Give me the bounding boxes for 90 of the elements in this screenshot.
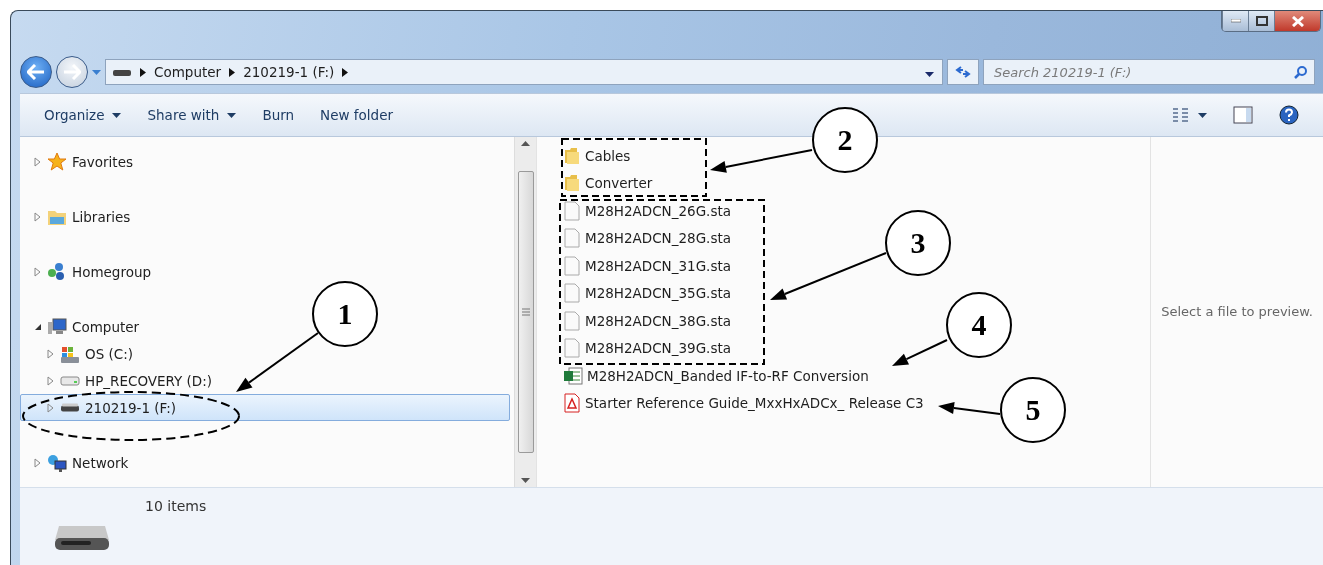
caret-icon [521, 478, 530, 483]
chevron-icon [342, 67, 349, 77]
scroll-up-icon[interactable] [521, 141, 530, 146]
back-arrow-icon [27, 64, 45, 80]
toolbar-button[interactable]: Burn [250, 103, 307, 127]
refresh-button[interactable] [947, 59, 979, 85]
drive-icon [60, 403, 80, 412]
file-name[interactable]: M28H2ADCN_31G.sta [585, 257, 731, 274]
search-field[interactable]: Search 210219-1 (F:) [983, 59, 1315, 85]
file-name[interactable]: Starter Reference Guide_MxxHxADCx_ Release C3 [585, 395, 924, 412]
nav-item[interactable]: Libraries [20, 203, 140, 230]
expand-icon[interactable] [47, 348, 55, 359]
file-icon [563, 338, 581, 359]
minimize-icon [1230, 19, 1241, 23]
drive-icon [60, 375, 80, 386]
network-icon [47, 452, 67, 473]
breadcrumb[interactable]: 210219-1 (F:) [243, 64, 335, 80]
expand-icon[interactable] [47, 402, 55, 413]
maximize-button[interactable] [1248, 11, 1274, 31]
nav-label: 210219-1 (F:) [85, 399, 177, 416]
chevron-icon [140, 67, 146, 77]
drive-icon [112, 67, 132, 77]
forward-button[interactable] [56, 56, 88, 88]
maximize-icon [1255, 16, 1268, 26]
address-bar[interactable]: Computer 210219-1 (F:) [105, 59, 943, 85]
file-icon [563, 255, 581, 276]
nav-label: Homegroup [72, 263, 152, 280]
nav-label: HP_RECOVERY (D:) [85, 372, 213, 389]
file-name[interactable]: M28H2ADCN_Banded IF-to-RF Conversion [587, 367, 869, 384]
file-name[interactable]: M28H2ADCN_26G.sta [585, 202, 731, 219]
expand-icon[interactable] [34, 266, 42, 277]
caret-icon [1198, 112, 1207, 118]
file-icon [563, 228, 581, 249]
toolbar-button[interactable]: Organize [32, 103, 134, 127]
close-button[interactable] [1274, 11, 1320, 31]
preview-message: Select a file to preview. [1161, 303, 1313, 319]
toolbar-button[interactable]: New folder [308, 103, 405, 127]
nav-item[interactable]: Computer [20, 313, 149, 340]
nav-label: Computer [72, 318, 140, 335]
nav-label: OS (C:) [85, 345, 133, 362]
refresh-icon [955, 65, 971, 79]
callout-arrow [892, 339, 948, 366]
forward-arrow-icon [63, 64, 81, 80]
item-count: 10 items [145, 498, 207, 516]
callout-arrow [938, 402, 1001, 415]
computer-icon [47, 316, 67, 337]
scroll-thumb[interactable] [517, 171, 534, 453]
view-icon [1172, 107, 1190, 123]
folder-icon [563, 146, 581, 165]
caret-icon [92, 69, 101, 75]
expand-icon[interactable] [47, 375, 55, 386]
nav-item[interactable]: Favorites [20, 148, 142, 175]
file-name[interactable]: M28H2ADCN_39G.sta [585, 340, 731, 357]
scrollbar[interactable] [514, 137, 536, 487]
search-icon [1294, 65, 1308, 79]
toolbar-button[interactable]: Share with [135, 103, 249, 127]
nav-item[interactable]: Homegroup [20, 258, 161, 285]
nav-label: Network [72, 454, 129, 471]
expand-icon[interactable] [34, 457, 42, 468]
back-button[interactable] [20, 56, 52, 88]
pdf-icon [563, 393, 581, 414]
close-icon [1291, 15, 1304, 27]
breadcrumb[interactable]: Computer [154, 64, 222, 80]
search-input[interactable]: Search 210219-1 (F:) [992, 63, 1294, 81]
chevron-icon [229, 67, 236, 77]
folder-icon [563, 174, 581, 193]
collapse-icon[interactable] [34, 322, 42, 331]
nav-item[interactable]: HP_RECOVERY (D:) [20, 367, 222, 394]
nav-item[interactable]: 210219-1 (F:) [20, 394, 510, 421]
nav-label: Favorites [72, 153, 133, 170]
expand-icon[interactable] [34, 156, 42, 167]
file-name[interactable]: M28H2ADCN_38G.sta [585, 312, 731, 329]
spreadsheet-icon [563, 366, 583, 385]
grip-icon [521, 308, 530, 316]
file-icon [563, 283, 581, 304]
homegroup-icon [47, 261, 67, 282]
nav-item[interactable]: Network [20, 449, 138, 476]
expand-icon[interactable] [34, 211, 42, 222]
nav-label: Libraries [72, 208, 131, 225]
file-icon [563, 310, 581, 331]
star-icon [47, 151, 67, 172]
file-icon [563, 200, 581, 221]
caret-icon [925, 72, 934, 77]
nav-item[interactable]: OS (C:) [20, 340, 142, 367]
help-icon [1279, 105, 1299, 125]
file-name[interactable]: M28H2ADCN_28G.sta [585, 230, 731, 247]
file-name[interactable]: Converter [585, 175, 653, 192]
file-name[interactable]: M28H2ADCN_35G.sta [585, 285, 731, 302]
preview-pane-icon [1233, 106, 1253, 124]
file-name[interactable]: Cables [585, 147, 631, 164]
